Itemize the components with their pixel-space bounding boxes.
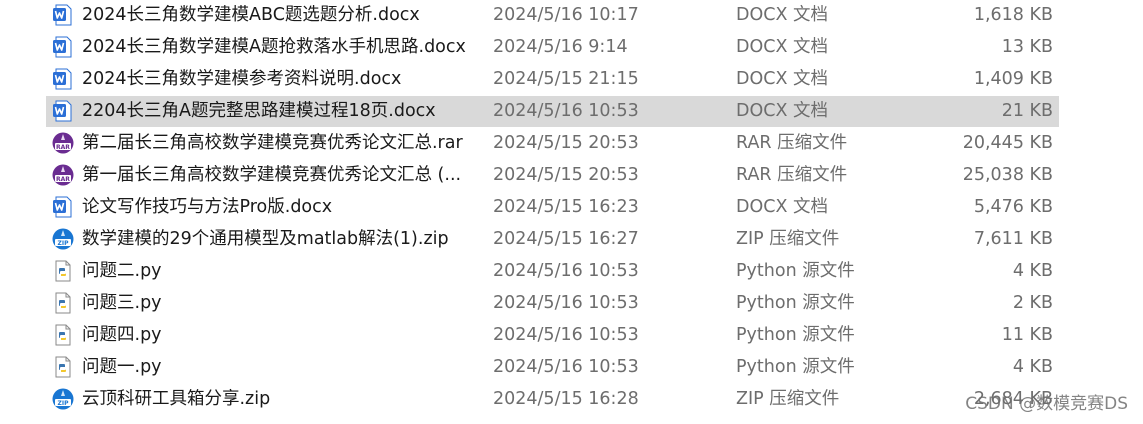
file-type: DOCX 文档 <box>736 197 829 217</box>
file-row[interactable]: 2024长三角数学建模A题抢救落水手机思路.docx 2024/5/16 9:14… <box>46 32 1059 63</box>
file-type: DOCX 文档 <box>736 69 829 89</box>
file-name: 问题三.py <box>82 293 162 313</box>
file-list: 2024长三角数学建模ABC题选题分析.docx 2024/5/16 10:17 D… <box>0 0 1143 424</box>
python-file-icon <box>52 260 74 282</box>
svg-text:ZIP: ZIP <box>58 400 70 407</box>
file-size: 4 KB <box>1012 261 1053 281</box>
python-file-icon <box>52 356 74 378</box>
file-size: 1,409 KB <box>973 69 1053 89</box>
python-file-icon <box>52 292 74 314</box>
file-row[interactable]: 论文写作技巧与方法Pro版.docx 2024/5/15 16:23 DOCX 文档… <box>46 192 1059 223</box>
docx-icon <box>52 68 74 90</box>
file-name: 第一届长三角高校数学建模竞赛优秀论文汇总 (... <box>82 165 462 185</box>
file-modified-date: 2024/5/15 16:27 <box>493 229 639 249</box>
file-modified-date: 2024/5/15 16:28 <box>493 389 639 409</box>
zip-icon: ZIP <box>52 228 74 250</box>
file-name: 数学建模的29个通用模型及matlab解法(1).zip <box>82 229 449 249</box>
docx-icon <box>52 36 74 58</box>
file-row[interactable]: ZIP 数学建模的29个通用模型及matlab解法(1).zip 2024/5/15… <box>46 224 1059 255</box>
file-modified-date: 2024/5/15 21:15 <box>493 69 639 89</box>
watermark: CSDN @数模竞赛DS <box>965 394 1128 414</box>
file-type: Python 源文件 <box>736 261 855 281</box>
file-name: 2204长三角A题完整思路建模过程18页.docx <box>82 101 436 121</box>
rar-icon: RAR <box>52 132 74 154</box>
file-name: 问题四.py <box>82 325 162 345</box>
file-name: 2024长三角数学建模ABC题选题分析.docx <box>82 5 420 25</box>
file-name: 云顶科研工具箱分享.zip <box>82 389 271 409</box>
file-row[interactable]: RAR 第二届长三角高校数学建模竞赛优秀论文汇总.rar 2024/5/15 20:… <box>46 128 1059 159</box>
file-size: 20,445 KB <box>962 133 1053 153</box>
file-row[interactable]: ZIP 云顶科研工具箱分享.zip 2024/5/15 16:28 ZIP 压缩文件 2… <box>46 384 1059 415</box>
file-size: 25,038 KB <box>962 165 1053 185</box>
file-row[interactable]: 问题一.py 2024/5/16 10:53 Python 源文件 4 KB <box>46 352 1059 383</box>
file-modified-date: 2024/5/15 20:53 <box>493 133 639 153</box>
file-row[interactable]: 2024长三角数学建模参考资料说明.docx 2024/5/15 21:15 DOC… <box>46 64 1059 95</box>
zip-icon: ZIP <box>52 388 74 410</box>
svg-text:ZIP: ZIP <box>58 240 70 247</box>
file-modified-date: 2024/5/16 10:53 <box>493 325 639 345</box>
svg-text:RAR: RAR <box>56 176 70 183</box>
file-modified-date: 2024/5/16 10:53 <box>493 261 639 281</box>
file-type: DOCX 文档 <box>736 5 829 25</box>
file-name: 2024长三角数学建模参考资料说明.docx <box>82 69 402 89</box>
file-size: 13 KB <box>1001 37 1053 57</box>
file-row[interactable]: 2024长三角数学建模ABC题选题分析.docx 2024/5/16 10:17 D… <box>46 0 1059 31</box>
file-modified-date: 2024/5/16 10:17 <box>493 5 639 25</box>
rar-icon: RAR <box>52 164 74 186</box>
file-row[interactable]: 问题二.py 2024/5/16 10:53 Python 源文件 4 KB <box>46 256 1059 287</box>
file-row[interactable]: 问题四.py 2024/5/16 10:53 Python 源文件 11 KB <box>46 320 1059 351</box>
file-type: ZIP 压缩文件 <box>736 389 840 409</box>
file-name: 论文写作技巧与方法Pro版.docx <box>82 197 333 217</box>
file-type: Python 源文件 <box>736 293 855 313</box>
file-size: 5,476 KB <box>973 197 1053 217</box>
svg-text:RAR: RAR <box>56 144 70 151</box>
python-file-icon <box>52 324 74 346</box>
file-type: ZIP 压缩文件 <box>736 229 840 249</box>
file-size: 11 KB <box>1001 325 1053 345</box>
file-row[interactable]: RAR 第一届长三角高校数学建模竞赛优秀论文汇总 (... 2024/5/15 20… <box>46 160 1059 191</box>
file-type: DOCX 文档 <box>736 37 829 57</box>
file-size: 2 KB <box>1012 293 1053 313</box>
file-type: Python 源文件 <box>736 357 855 377</box>
file-modified-date: 2024/5/16 10:53 <box>493 293 639 313</box>
file-name: 第二届长三角高校数学建模竞赛优秀论文汇总.rar <box>82 133 463 153</box>
file-modified-date: 2024/5/16 10:53 <box>493 357 639 377</box>
file-type: RAR 压缩文件 <box>736 133 848 153</box>
file-row[interactable]: 2204长三角A题完整思路建模过程18页.docx 2024/5/16 10:53… <box>46 96 1059 127</box>
file-name: 问题一.py <box>82 357 162 377</box>
file-size: 7,611 KB <box>973 229 1053 249</box>
file-size: 1,618 KB <box>973 5 1053 25</box>
file-type: Python 源文件 <box>736 325 855 345</box>
file-modified-date: 2024/5/16 9:14 <box>493 37 628 57</box>
file-type: RAR 压缩文件 <box>736 165 848 185</box>
file-modified-date: 2024/5/16 10:53 <box>493 101 639 121</box>
docx-icon <box>52 4 74 26</box>
file-modified-date: 2024/5/15 16:23 <box>493 197 639 217</box>
docx-icon <box>52 196 74 218</box>
file-type: DOCX 文档 <box>736 101 829 121</box>
file-size: 4 KB <box>1012 357 1053 377</box>
file-size: 21 KB <box>1001 101 1053 121</box>
file-modified-date: 2024/5/15 20:53 <box>493 165 639 185</box>
file-name: 问题二.py <box>82 261 162 281</box>
docx-icon <box>52 100 74 122</box>
file-row[interactable]: 问题三.py 2024/5/16 10:53 Python 源文件 2 KB <box>46 288 1059 319</box>
file-name: 2024长三角数学建模A题抢救落水手机思路.docx <box>82 37 466 57</box>
